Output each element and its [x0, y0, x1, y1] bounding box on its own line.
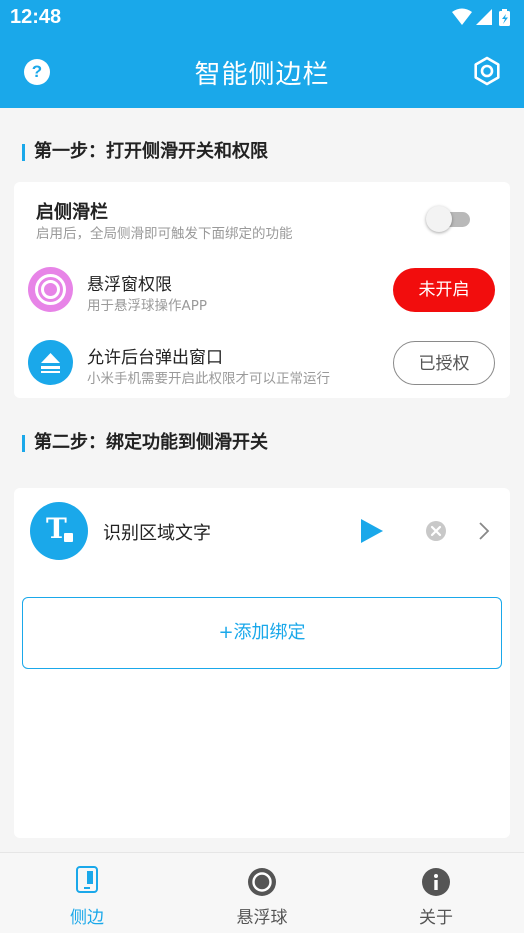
background-popup-button[interactable]: 已授权: [393, 341, 495, 385]
status-bar: 12:48: [0, 0, 524, 36]
text-recognition-icon: T: [30, 502, 88, 560]
nav-item-about[interactable]: 关于: [376, 853, 496, 933]
sidebar-toggle-switch[interactable]: [426, 206, 472, 232]
phone-sidebar-icon: [76, 866, 98, 893]
settings-icon[interactable]: [472, 56, 502, 86]
background-popup-subtitle: 小米手机需要开启此权限才可以正常运行: [87, 371, 330, 387]
bottom-nav: 侧边 悬浮球 关于: [0, 852, 524, 933]
info-icon: [422, 868, 450, 896]
sidebar-toggle-subtitle: 启用后，全局侧滑即可触发下面绑定的功能: [36, 226, 293, 242]
nav-label-sidebar: 侧边: [70, 908, 104, 928]
remove-icon[interactable]: [426, 521, 446, 541]
toggle-knob: [426, 206, 452, 232]
wifi-icon: [452, 8, 472, 25]
signal-icon: [476, 9, 492, 25]
sidebar-toggle-title: 启侧滑栏: [36, 202, 108, 223]
status-time: 12:48: [10, 6, 62, 28]
permissions-card: 启侧滑栏 启用后，全局侧滑即可触发下面绑定的功能 悬浮窗权限 用于悬浮球操作AP…: [14, 182, 510, 398]
status-icons: [452, 8, 510, 26]
play-icon[interactable]: [360, 518, 384, 544]
nav-item-sidebar[interactable]: 侧边: [27, 853, 147, 933]
nav-label-float-ball: 悬浮球: [236, 908, 288, 928]
page-title: 智能侧边栏: [194, 60, 330, 90]
nav-item-float-ball[interactable]: 悬浮球: [202, 853, 322, 933]
float-permission-title: 悬浮窗权限: [87, 275, 172, 295]
chevron-right-icon[interactable]: [478, 522, 490, 540]
add-binding-button[interactable]: +添加绑定: [22, 597, 502, 669]
battery-icon: [499, 9, 510, 26]
float-permission-subtitle: 用于悬浮球操作APP: [87, 298, 208, 314]
bound-item-label: 识别区域文字: [103, 523, 211, 544]
float-window-icon: [28, 267, 73, 312]
float-permission-button[interactable]: 未开启: [393, 268, 495, 312]
list-item[interactable]: T 识别区域文字: [14, 488, 510, 574]
nav-label-about: 关于: [419, 908, 453, 928]
eject-icon: [28, 340, 73, 385]
float-ball-icon: [248, 868, 276, 896]
background-popup-title: 允许后台弹出窗口: [87, 348, 223, 368]
step1-title: 第一步：打开侧滑开关和权限: [22, 142, 268, 162]
app-bar: ? 智能侧边栏: [0, 36, 524, 108]
step2-title: 第二步：绑定功能到侧滑开关: [22, 433, 268, 453]
